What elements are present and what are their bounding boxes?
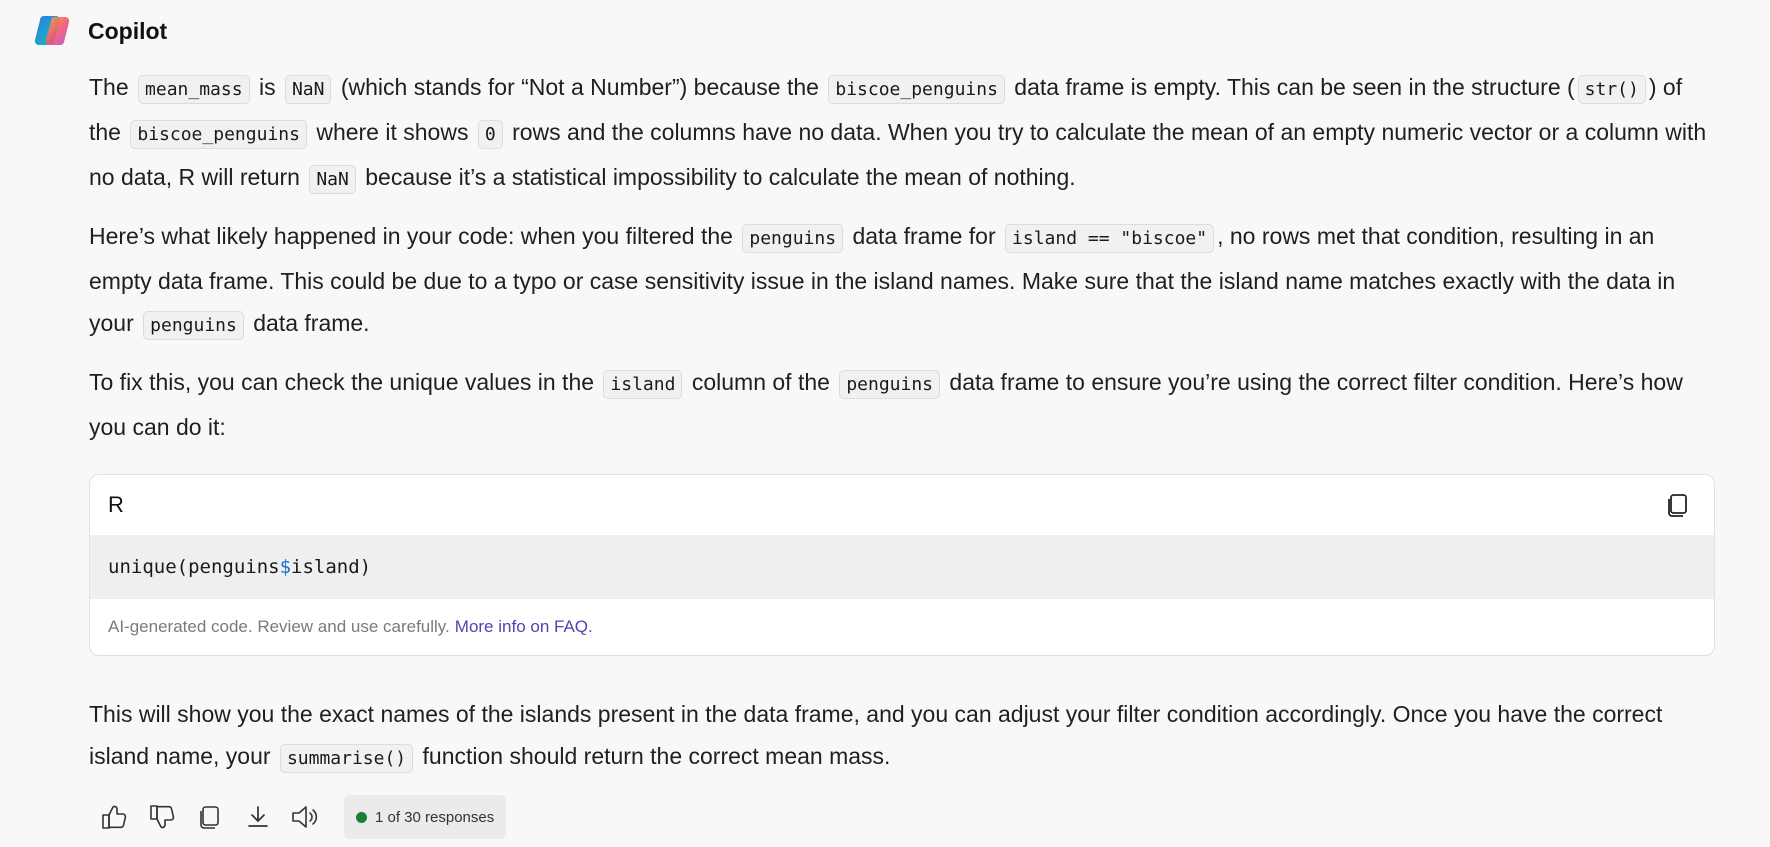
assistant-message-continued: This will show you the exact names of th… — [89, 693, 1714, 794]
inline-code: penguins — [143, 311, 244, 340]
inline-code: penguins — [742, 224, 844, 253]
inline-code: NaN — [284, 75, 332, 104]
export-button[interactable] — [240, 799, 276, 835]
assistant-message: The mean_mass is NaN (which stands for “… — [89, 66, 1714, 462]
inline-code: mean_mass — [138, 75, 250, 104]
thumbs-down-icon — [150, 805, 175, 829]
text-segment: (which stands for “Not a Number”) becaus… — [334, 74, 826, 100]
text-segment: The — [89, 74, 136, 100]
response-counter[interactable]: 1 of 30 responses — [344, 795, 507, 839]
thumbs-up-icon — [102, 805, 127, 829]
copy-icon — [200, 806, 219, 829]
code-content: unique(penguins$island) — [108, 556, 371, 578]
message-paragraph-1: The mean_mass is NaN (which stands for “… — [89, 66, 1714, 201]
code-text: unique(penguins — [108, 556, 280, 578]
app-title: Copilot — [88, 17, 168, 44]
inline-code: biscoe_penguins — [828, 75, 1005, 104]
text-segment: data frame for — [846, 223, 1003, 249]
copy-response-button[interactable] — [192, 799, 228, 835]
inline-code: NaN — [309, 165, 356, 194]
inline-code: penguins — [839, 370, 941, 399]
like-button[interactable] — [96, 799, 132, 835]
inline-code: biscoe_penguins — [130, 120, 307, 149]
status-dot — [356, 811, 367, 823]
message-paragraph-3: To fix this, you can check the unique va… — [89, 361, 1714, 448]
ai-disclaimer: AI-generated code. Review and use carefu… — [108, 616, 450, 636]
speaker-icon — [292, 806, 318, 828]
header: Copilot — [34, 12, 167, 50]
copilot-logo-icon — [34, 16, 70, 46]
code-operator: $ — [279, 556, 292, 578]
code-block-header: R — [90, 475, 1714, 535]
message-paragraph-4: This will show you the exact names of th… — [89, 693, 1714, 780]
text-segment: function should return the correct mean … — [416, 743, 891, 769]
inline-code: island — [603, 370, 683, 399]
text-segment: where it shows — [309, 119, 475, 145]
code-block-footer: AI-generated code. Review and use carefu… — [90, 599, 1714, 654]
text-segment: data frame is empty. This can be seen in… — [1007, 74, 1575, 100]
text-segment: because it’s a statistical impossibility… — [358, 164, 1076, 190]
code-block-body: unique(penguins$island) — [90, 535, 1714, 599]
inline-code: 0 — [477, 120, 503, 149]
copy-code-button[interactable] — [1660, 487, 1696, 523]
text-segment: is — [252, 74, 282, 100]
download-icon — [248, 806, 268, 827]
text-segment: Here’s what likely happened in your code… — [89, 223, 740, 249]
text-segment: To fix this, you can check the unique va… — [89, 369, 601, 395]
inline-code: island == "biscoe" — [1005, 224, 1215, 253]
code-text: island) — [291, 556, 372, 578]
read-aloud-button[interactable] — [288, 799, 324, 835]
faq-link[interactable]: More info on FAQ. — [455, 617, 593, 637]
text-segment: column of the — [685, 369, 837, 395]
message-actions: 1 of 30 responses — [96, 795, 507, 839]
inline-code: str() — [1577, 75, 1646, 104]
dislike-button[interactable] — [144, 799, 180, 835]
response-counter-label: 1 of 30 responses — [375, 808, 495, 826]
inline-code: summarise() — [279, 744, 414, 773]
text-segment: data frame. — [246, 310, 370, 336]
code-block: R unique(penguins$island) AI-generated c… — [89, 474, 1715, 656]
message-paragraph-2: Here’s what likely happened in your code… — [89, 215, 1714, 347]
code-language-label: R — [108, 492, 124, 517]
copy-icon — [1668, 494, 1687, 517]
